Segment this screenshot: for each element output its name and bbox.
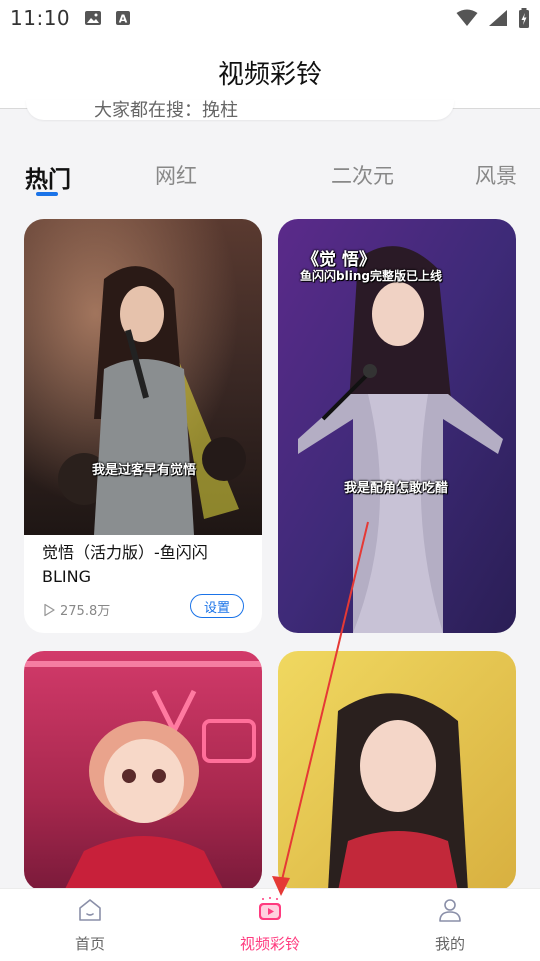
search-box[interactable]: 大家都在搜：挽柱 bbox=[26, 100, 454, 120]
tab-scenery[interactable]: 风景 bbox=[475, 160, 517, 190]
nav-home-label: 首页 bbox=[74, 935, 105, 953]
nav-video-ringtone-label: 视频彩铃 bbox=[239, 935, 300, 953]
tab-influencer[interactable]: 网红 bbox=[155, 160, 197, 190]
battery-icon bbox=[519, 8, 529, 28]
tab-hot[interactable]: 热门 bbox=[25, 160, 71, 194]
nav-profile-label: 我的 bbox=[434, 935, 465, 953]
tab-anime[interactable]: 二次元 bbox=[331, 160, 394, 190]
wifi-icon bbox=[456, 9, 478, 26]
bottom-navigation: 首页 视频彩铃 我的 bbox=[0, 888, 540, 961]
video-thumbnail[interactable] bbox=[278, 651, 516, 891]
nav-video-ringtone[interactable]: 视频彩铃 bbox=[205, 889, 335, 961]
play-outline-icon bbox=[44, 603, 55, 616]
app-bar: 视频彩铃 bbox=[0, 36, 540, 109]
video-card[interactable]: 《觉 悟》 鱼闪闪bling完整版已上线 我是配角怎敢吃醋 bbox=[278, 219, 516, 633]
category-tabs: 热门 网红 二次元 风景 bbox=[0, 150, 540, 200]
status-bar: 11:10 A bbox=[0, 0, 540, 36]
search-hint: 大家都在搜：挽柱 bbox=[94, 100, 238, 120]
page-title: 视频彩铃 bbox=[217, 59, 322, 90]
video-card[interactable] bbox=[24, 651, 262, 891]
video-card[interactable] bbox=[278, 651, 516, 891]
video-thumbnail[interactable] bbox=[24, 219, 262, 535]
video-title: 觉悟（活力版）-鱼闪闪BLING bbox=[42, 543, 208, 586]
cell-signal-icon bbox=[489, 10, 507, 26]
status-icons bbox=[456, 8, 530, 28]
video-caption: 鱼闪闪bling完整版已上线 bbox=[300, 269, 442, 283]
user-icon bbox=[439, 899, 461, 922]
home-icon bbox=[79, 899, 101, 921]
app-notification-icon: A bbox=[116, 11, 131, 26]
svg-text:A: A bbox=[119, 13, 128, 26]
video-play-icon bbox=[259, 897, 281, 920]
active-tab-indicator bbox=[36, 192, 58, 196]
play-count-value: 275.8万 bbox=[60, 604, 111, 619]
image-notification-icon bbox=[85, 11, 102, 25]
nav-home[interactable]: 首页 bbox=[25, 889, 155, 961]
set-ringtone-button[interactable]: 设置 bbox=[190, 594, 244, 618]
video-thumbnail[interactable] bbox=[24, 651, 262, 891]
status-time: 11:10 bbox=[10, 6, 71, 30]
video-card[interactable]: 我是过客早有觉悟 觉悟（活力版）-鱼闪闪BLING 275.8万 设置 bbox=[24, 219, 262, 633]
video-caption: 我是配角怎敢吃醋 bbox=[344, 481, 449, 496]
play-count: 275.8万 bbox=[42, 600, 110, 619]
video-caption: 我是过客早有觉悟 bbox=[92, 463, 197, 478]
nav-profile[interactable]: 我的 bbox=[385, 889, 515, 961]
